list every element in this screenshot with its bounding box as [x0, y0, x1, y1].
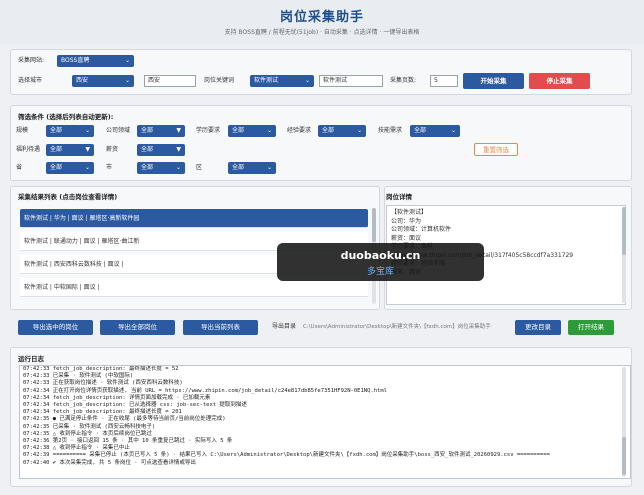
filter-value: 全部: [141, 127, 154, 134]
site-label: 采集网站:: [18, 57, 45, 64]
filter-salary-select[interactable]: 全部 ▼: [137, 144, 185, 156]
results-title: 采集结果列表 (点击岗位查看详情): [18, 193, 118, 201]
filter-label: 经验要求: [287, 127, 312, 134]
log-scrollbar-thumb[interactable]: [622, 437, 626, 475]
chevron-down-icon: ⌄: [84, 127, 90, 134]
log-line: 07:42:35 △ 收到停止指令 · 本页后续岗位已跳过: [23, 430, 152, 437]
filter-value: 全部: [141, 164, 154, 171]
reset-filter-button[interactable]: 重置筛选: [474, 143, 518, 156]
log-line: 07:42:35 ● 已满足停止条件 · 正在收尾 (最多等待当前页/当前岗位处…: [23, 416, 226, 423]
filter-value: 全部: [50, 164, 63, 171]
log-line: 07:42:40 ✔ 本次采集完成, 共 5 条岗位 · 可点选查看详情或导出: [23, 459, 196, 466]
page-subtitle: 支持 BOSS直聘 / 前程无忧(51job) · 自动采集 · 点选详情 · …: [224, 29, 420, 36]
keyword-label: 岗位关键词: [204, 77, 235, 84]
filter-value: 全部: [50, 146, 63, 153]
filter-district-select[interactable]: 全部 ⌄: [228, 162, 276, 174]
keyword-select-value: 软件测试: [254, 77, 279, 84]
chevron-down-icon: ⌄: [266, 127, 272, 134]
chevron-down-icon: ⌄: [450, 127, 456, 134]
page-title: 岗位采集助手: [279, 10, 364, 25]
chevron-down-icon: ⌄: [84, 164, 90, 171]
keyword-input[interactable]: 软件测试: [319, 75, 383, 87]
chevron-down-icon: ⌄: [124, 57, 130, 64]
filter-label: 区: [196, 164, 203, 171]
export-all-button[interactable]: 导出全部岗位: [100, 320, 175, 335]
filter-city-select[interactable]: 全部 ⌄: [137, 162, 185, 174]
filter-skill-select[interactable]: 全部 ⌄: [410, 125, 460, 137]
detail-line: 公司：华为: [391, 217, 422, 225]
pages-input[interactable]: 5: [430, 75, 458, 87]
filter-label: 技能需求: [378, 127, 403, 134]
filter-province-select[interactable]: 全部 ⌄: [46, 162, 94, 174]
log-title: 运行日志: [18, 355, 44, 363]
filter-value: 全部: [232, 164, 245, 171]
filter-value: 全部: [232, 127, 245, 134]
chevron-down-icon: ▼: [85, 146, 90, 153]
filter-scale-select[interactable]: 全部 ⌄: [46, 125, 94, 137]
chevron-down-icon: ⌄: [266, 164, 272, 171]
detail-title: 岗位详情: [386, 193, 412, 201]
filter-value: 全部: [50, 127, 63, 134]
chevron-down-icon: ⌄: [304, 77, 310, 84]
export-dir-label: 导出目录: [272, 323, 297, 330]
filter-value: 全部: [322, 127, 335, 134]
filter-industry-select[interactable]: 全部 ▼: [137, 125, 185, 137]
filter-label: 学历要求: [196, 127, 221, 134]
app-header: 岗位采集助手 支持 BOSS直聘 / 前程无忧(51job) · 自动采集 · …: [0, 0, 644, 44]
detail-line: 薪资：面议: [391, 234, 422, 242]
log-line: 07:42:39 ========== 采集已停止 (本页已写入 5 条) · …: [23, 452, 550, 459]
site-select[interactable]: BOSS直聘 ⌄: [57, 55, 134, 67]
results-scrollbar-thumb[interactable]: [372, 208, 376, 242]
pages-label: 采集页数:: [390, 77, 417, 84]
stop-button[interactable]: 停止采集: [529, 73, 590, 89]
list-item[interactable]: 软件测试 | 华为 | 面议 | 雁塔区·高新软件园: [20, 209, 368, 228]
chevron-down-icon: ⌄: [124, 77, 130, 84]
log-line: 07:42:35 已采集 · 软件测试 (西安云畅科技电子): [23, 423, 156, 430]
log-line: 07:42:34 正在打开岗位详情页获取描述, 当前 URL = https:/…: [23, 387, 387, 394]
keyword-select[interactable]: 软件测试 ⌄: [250, 75, 314, 87]
detail-line: 公司领域：计算机软件: [391, 226, 452, 233]
filter-experience-select[interactable]: 全部 ⌄: [318, 125, 366, 137]
chevron-down-icon: ▼: [176, 146, 181, 153]
filter-label: 薪资: [106, 146, 119, 153]
watermark-brand: 多宝库: [366, 267, 394, 277]
log-line: 07:42:33 正在获取岗位描述 · 软件测试 (西安西科云数科技): [23, 380, 183, 387]
city-select[interactable]: 西安 ⌄: [72, 75, 134, 87]
filter-label: 公司领域: [106, 127, 131, 134]
watermark-domain: duobaoku.cn: [340, 249, 421, 262]
site-select-value: BOSS直聘: [61, 57, 90, 64]
city-label: 选择城市: [18, 77, 43, 84]
filter-value: 全部: [141, 146, 154, 153]
open-result-button[interactable]: 打开结果: [568, 320, 614, 335]
chevron-down-icon: ⌄: [175, 164, 181, 171]
export-current-button[interactable]: 导出当前列表: [183, 320, 258, 335]
detail-scrollbar-thumb[interactable]: [622, 207, 626, 255]
export-dir-value: C:\Users\Administrator\Desktop\新建文件夹\【fx…: [303, 324, 491, 330]
export-selected-button[interactable]: 导出选中的岗位: [18, 320, 93, 335]
chevron-down-icon: ▼: [176, 127, 181, 134]
city-select-value: 西安: [76, 77, 89, 84]
filter-welfare-select[interactable]: 全部 ▼: [46, 144, 94, 156]
start-button[interactable]: 开始采集: [463, 73, 524, 89]
log-output[interactable]: 07:42:33 fetch_job_description: 最终描述长度 =…: [19, 365, 631, 479]
filter-label: 规模: [16, 127, 29, 134]
filter-value: 全部: [414, 127, 427, 134]
watermark-overlay: duobaoku.cn 多宝库: [277, 243, 484, 281]
filter-title: 筛选条件 (选择后列表自动更新):: [18, 113, 114, 121]
city-input[interactable]: 西安: [144, 75, 196, 87]
change-dir-button[interactable]: 更改目录: [515, 320, 561, 335]
log-line: 07:42:34 fetch_job_description: 详情页面加载完成…: [23, 394, 211, 401]
filter-education-select[interactable]: 全部 ⌄: [228, 125, 276, 137]
filter-label: 省: [16, 164, 23, 171]
detail-line: 【软件测试】: [391, 209, 428, 216]
filter-label: 市: [106, 164, 113, 171]
filter-label: 福利待遇: [16, 146, 41, 153]
chevron-down-icon: ⌄: [356, 127, 362, 134]
